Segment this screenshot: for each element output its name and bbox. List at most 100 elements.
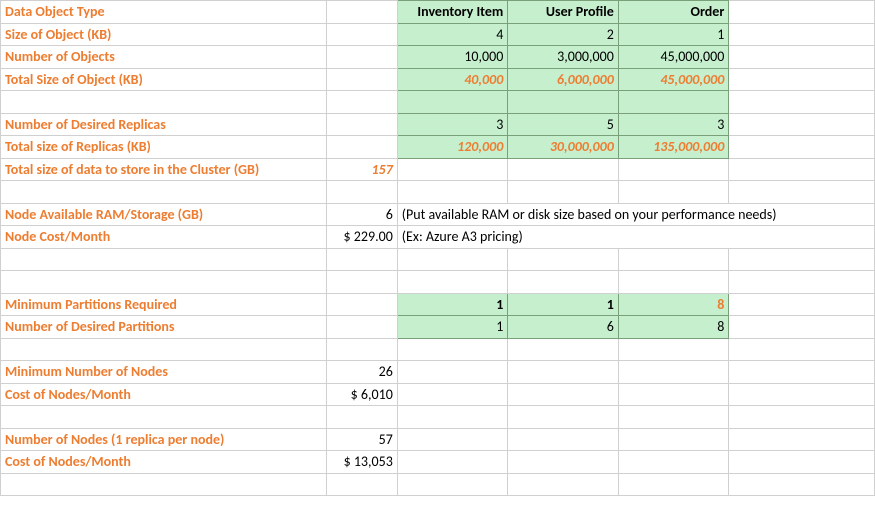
cell-blank-green bbox=[397, 91, 508, 114]
cell-blank bbox=[729, 383, 875, 406]
cell-blank bbox=[729, 46, 875, 69]
label-total-replicas: Total size of Replicas (KB) bbox=[1, 136, 327, 159]
input-numobj-e[interactable]: 45,000,000 bbox=[618, 46, 729, 69]
cell-blank bbox=[618, 428, 729, 451]
input-size-c[interactable]: 4 bbox=[397, 23, 508, 46]
cell-blank bbox=[618, 158, 729, 181]
cell-blank bbox=[618, 338, 729, 361]
input-replicas-e[interactable]: 3 bbox=[618, 113, 729, 136]
cell-blank bbox=[397, 406, 508, 429]
cell-blank bbox=[1, 406, 327, 429]
cost-capacity-table: Data Object Type Inventory Item User Pro… bbox=[0, 0, 875, 496]
cell-blank bbox=[1, 248, 327, 271]
cell-blank bbox=[729, 68, 875, 91]
label-num-objects: Number of Objects bbox=[1, 46, 327, 69]
cell-blank bbox=[729, 91, 875, 114]
input-numobj-d[interactable]: 3,000,000 bbox=[508, 46, 619, 69]
cell-blank bbox=[729, 23, 875, 46]
cell-blank bbox=[327, 473, 397, 496]
label-cluster-gb: Total size of data to store in the Clust… bbox=[1, 158, 327, 181]
row-spacer bbox=[1, 406, 875, 429]
row-cost-min-nodes: Cost of Nodes/Month $ 6,010 bbox=[1, 383, 875, 406]
cell-blank bbox=[729, 293, 875, 316]
cell-blank bbox=[618, 271, 729, 294]
cell-blank bbox=[729, 428, 875, 451]
cell-blank bbox=[508, 271, 619, 294]
cell-blank bbox=[729, 473, 875, 496]
cell-blank bbox=[397, 428, 508, 451]
row-spacer-green bbox=[1, 91, 875, 114]
row-nodes-1rep: Number of Nodes (1 replica per node) 57 bbox=[1, 428, 875, 451]
row-header: Data Object Type Inventory Item User Pro… bbox=[1, 1, 875, 24]
input-despart-e[interactable]: 8 bbox=[618, 316, 729, 339]
cell-blank bbox=[508, 383, 619, 406]
cell-blank bbox=[508, 406, 619, 429]
label-total-size-object: Total Size of Object (KB) bbox=[1, 68, 327, 91]
label-desired-replicas: Number of Desired Replicas bbox=[1, 113, 327, 136]
cell-blank bbox=[729, 406, 875, 429]
cell-blank bbox=[397, 361, 508, 384]
cell-blank bbox=[729, 451, 875, 474]
calc-replicas-d: 30,000,000 bbox=[508, 136, 619, 159]
label-node-ram: Node Available RAM/Storage (GB) bbox=[1, 203, 327, 226]
label-size-of-object: Size of Object (KB) bbox=[1, 23, 327, 46]
cell-blank bbox=[618, 451, 729, 474]
header-user-profile: User Profile bbox=[508, 1, 619, 24]
cell-blank bbox=[327, 1, 397, 24]
value-min-nodes: 26 bbox=[327, 361, 397, 384]
calc-totalsize-c: 40,000 bbox=[397, 68, 508, 91]
cell-blank bbox=[508, 248, 619, 271]
cell-blank bbox=[397, 338, 508, 361]
value-node-ram[interactable]: 6 bbox=[327, 203, 397, 226]
input-numobj-c[interactable]: 10,000 bbox=[397, 46, 508, 69]
cell-blank bbox=[1, 473, 327, 496]
hint-node-cost: (Ex: Azure A3 pricing) bbox=[397, 226, 874, 249]
row-node-cost: Node Cost/Month $ 229.00 (Ex: Azure A3 p… bbox=[1, 226, 875, 249]
cell-blank bbox=[1, 271, 327, 294]
input-replicas-c[interactable]: 3 bbox=[397, 113, 508, 136]
cell-blank-green bbox=[508, 91, 619, 114]
cell-blank bbox=[729, 338, 875, 361]
label-desired-partitions: Number of Desired Partitions bbox=[1, 316, 327, 339]
cell-blank bbox=[397, 181, 508, 204]
cell-blank bbox=[508, 181, 619, 204]
value-nodes-1rep: 57 bbox=[327, 428, 397, 451]
cell-blank-green bbox=[618, 91, 729, 114]
cell-blank bbox=[618, 248, 729, 271]
cell-blank bbox=[729, 113, 875, 136]
cell-blank bbox=[729, 1, 875, 24]
calc-replicas-c: 120,000 bbox=[397, 136, 508, 159]
input-size-d[interactable]: 2 bbox=[508, 23, 619, 46]
row-spacer bbox=[1, 473, 875, 496]
cell-blank bbox=[397, 248, 508, 271]
cell-blank bbox=[327, 46, 397, 69]
value-cluster-gb: 157 bbox=[327, 158, 397, 181]
row-desired-replicas: Number of Desired Replicas 3 5 3 bbox=[1, 113, 875, 136]
label-cost-nodes: Cost of Nodes/Month bbox=[1, 383, 327, 406]
cell-blank bbox=[1, 181, 327, 204]
cell-blank bbox=[397, 271, 508, 294]
cell-blank bbox=[618, 406, 729, 429]
cell-blank bbox=[327, 181, 397, 204]
cell-blank bbox=[397, 451, 508, 474]
row-spacer bbox=[1, 338, 875, 361]
cell-blank bbox=[618, 361, 729, 384]
label-data-object-type: Data Object Type bbox=[1, 1, 327, 24]
cell-blank bbox=[508, 451, 619, 474]
label-cost-nodes-1rep: Cost of Nodes/Month bbox=[1, 451, 327, 474]
calc-minpart-e: 8 bbox=[618, 293, 729, 316]
cell-blank bbox=[327, 91, 397, 114]
value-cost-nodes-1rep: $ 13,053 bbox=[327, 451, 397, 474]
input-replicas-d[interactable]: 5 bbox=[508, 113, 619, 136]
cell-blank bbox=[327, 136, 397, 159]
input-size-e[interactable]: 1 bbox=[618, 23, 729, 46]
row-num-objects: Number of Objects 10,000 3,000,000 45,00… bbox=[1, 46, 875, 69]
cell-blank bbox=[729, 316, 875, 339]
cell-blank bbox=[327, 113, 397, 136]
cell-blank bbox=[327, 248, 397, 271]
row-min-nodes: Minimum Number of Nodes 26 bbox=[1, 361, 875, 384]
row-spacer bbox=[1, 271, 875, 294]
input-despart-d[interactable]: 6 bbox=[508, 316, 619, 339]
value-node-cost[interactable]: $ 229.00 bbox=[327, 226, 397, 249]
input-despart-c[interactable]: 1 bbox=[397, 316, 508, 339]
